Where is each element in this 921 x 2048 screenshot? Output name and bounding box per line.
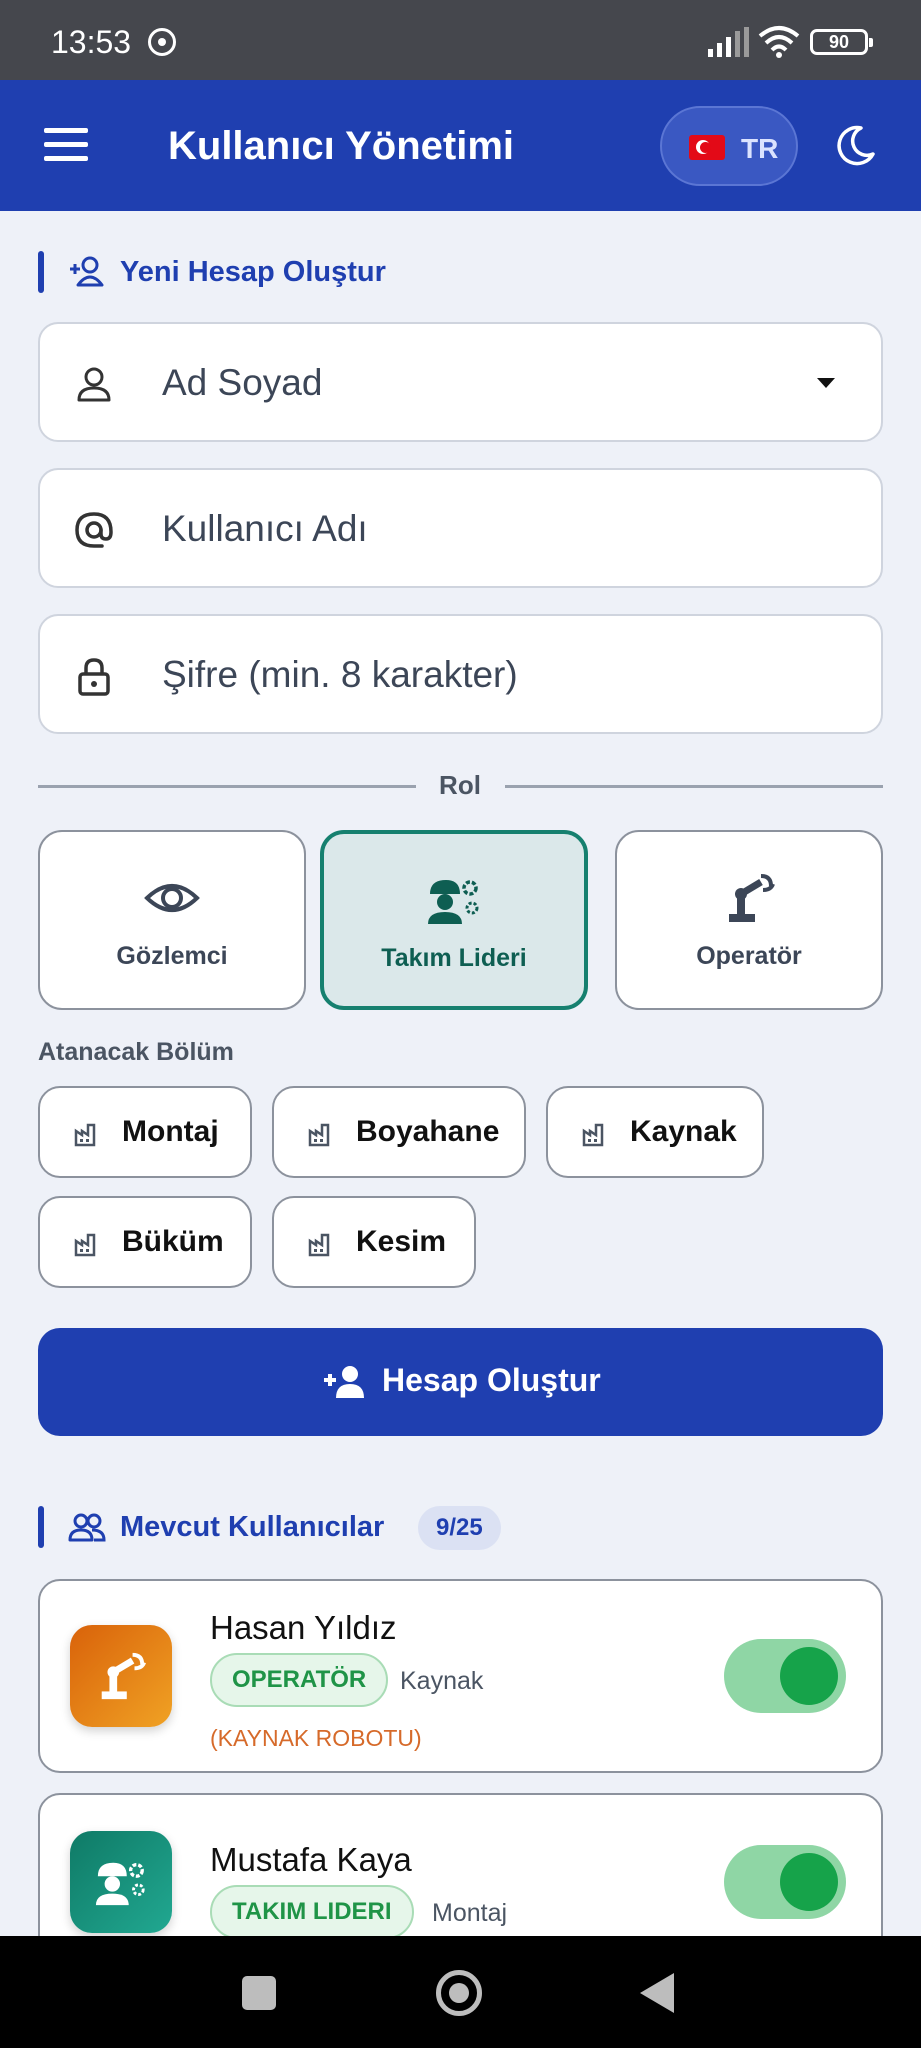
user-department: Montaj	[432, 1899, 508, 1927]
full-name-field[interactable]: Ad Soyad	[38, 322, 883, 442]
create-account-button[interactable]: Hesap Oluştur	[38, 1328, 883, 1436]
add-person-icon	[324, 1366, 364, 1398]
user-active-toggle[interactable]	[724, 1639, 846, 1713]
user-active-toggle[interactable]	[724, 1845, 846, 1919]
menu-icon[interactable]	[44, 128, 88, 162]
battery-indicator: 90	[810, 29, 873, 55]
factory-icon	[308, 1233, 330, 1257]
team-leader-icon	[428, 880, 479, 924]
role-label: Rol	[439, 770, 481, 800]
at-sign-icon	[75, 512, 113, 548]
turkey-flag-icon	[689, 135, 725, 160]
user-card[interactable]: Hasan Yıldız OPERATÖR Kaynak (KAYNAK ROB…	[38, 1579, 883, 1773]
robot-arm-icon	[729, 874, 775, 922]
create-account-button-label: Hesap Oluştur	[382, 1362, 601, 1398]
person-icon	[77, 367, 111, 402]
toggle-knob	[780, 1853, 838, 1911]
factory-icon	[74, 1123, 96, 1147]
back-icon[interactable]	[640, 1973, 674, 2013]
department-chip-bukum[interactable]: Büküm	[38, 1196, 252, 1288]
eye-icon	[144, 884, 200, 912]
team-leader-icon	[95, 1862, 145, 1906]
department-chip-label: Kaynak	[630, 1115, 737, 1148]
section-title: Mevcut Kullanıcılar	[120, 1511, 385, 1543]
section-title: Yeni Hesap Oluştur	[120, 256, 386, 288]
dropdown-caret-icon[interactable]	[817, 378, 835, 388]
divider-right	[505, 785, 883, 788]
department-chip-montaj[interactable]: Montaj	[38, 1086, 252, 1178]
add-person-icon	[70, 256, 104, 287]
language-selector[interactable]: TR	[660, 106, 798, 186]
role-observer-card[interactable]: Gözlemci	[38, 830, 306, 1010]
page-title: Kullanıcı Yönetimi	[168, 124, 514, 168]
robot-arm-icon	[101, 1652, 146, 1700]
signal-icon	[708, 27, 749, 57]
status-time: 13:53	[51, 24, 132, 60]
user-name: Hasan Yıldız	[210, 1609, 397, 1646]
factory-icon	[74, 1233, 96, 1257]
avatar	[70, 1831, 172, 1933]
department-chip-label: Montaj	[122, 1115, 219, 1148]
user-department: Kaynak	[400, 1667, 484, 1695]
full-name-placeholder: Ad Soyad	[162, 362, 323, 403]
section-accent-bar	[38, 1506, 44, 1548]
language-code: TR	[741, 133, 779, 164]
department-chip-label: Kesim	[356, 1225, 447, 1258]
status-bar: 13:53 90	[0, 0, 921, 80]
section-accent-bar	[38, 251, 44, 293]
user-name: Mustafa Kaya	[210, 1841, 412, 1878]
role-observer-label: Gözlemci	[116, 942, 228, 970]
role-team-leader-label: Takım Lideri	[381, 944, 527, 972]
role-operator-label: Operatör	[696, 942, 802, 970]
factory-icon	[308, 1123, 330, 1147]
user-role-badge: TAKIM LIDERI	[210, 1885, 414, 1939]
divider-left	[38, 785, 416, 788]
recent-apps-icon[interactable]	[242, 1976, 276, 2010]
role-team-leader-card[interactable]: Takım Lideri	[320, 830, 588, 1010]
app-bar: Kullanıcı Yönetimi TR	[0, 80, 921, 211]
password-field[interactable]: Şifre (min. 8 karakter)	[38, 614, 883, 734]
create-account-section-header: Yeni Hesap Oluştur	[38, 251, 638, 293]
lock-icon	[78, 658, 110, 696]
notification-icon	[148, 28, 176, 56]
people-icon	[68, 1513, 106, 1542]
username-placeholder: Kullanıcı Adı	[162, 508, 368, 549]
department-chip-boyahane[interactable]: Boyahane	[272, 1086, 526, 1178]
department-chip-label: Büküm	[122, 1225, 224, 1258]
user-count-badge: 9/25	[418, 1506, 501, 1550]
toggle-knob	[780, 1647, 838, 1705]
username-field[interactable]: Kullanıcı Adı	[38, 468, 883, 588]
avatar	[70, 1625, 172, 1727]
user-role-badge: OPERATÖR	[210, 1653, 389, 1707]
department-chip-kesim[interactable]: Kesim	[272, 1196, 476, 1288]
factory-icon	[582, 1123, 604, 1147]
department-chip-label: Boyahane	[356, 1115, 500, 1148]
dark-mode-moon-icon[interactable]	[833, 124, 877, 168]
role-operator-card[interactable]: Operatör	[615, 830, 883, 1010]
password-placeholder: Şifre (min. 8 karakter)	[162, 654, 518, 695]
department-label: Atanacak Bölüm	[38, 1038, 234, 1066]
home-icon[interactable]	[436, 1970, 482, 2016]
wifi-icon	[758, 26, 800, 58]
system-navigation-bar	[0, 1936, 921, 2048]
user-note: (KAYNAK ROBOTU)	[210, 1725, 422, 1751]
existing-users-section-header: Mevcut Kullanıcılar 9/25	[38, 1506, 638, 1550]
department-chip-kaynak[interactable]: Kaynak	[546, 1086, 764, 1178]
